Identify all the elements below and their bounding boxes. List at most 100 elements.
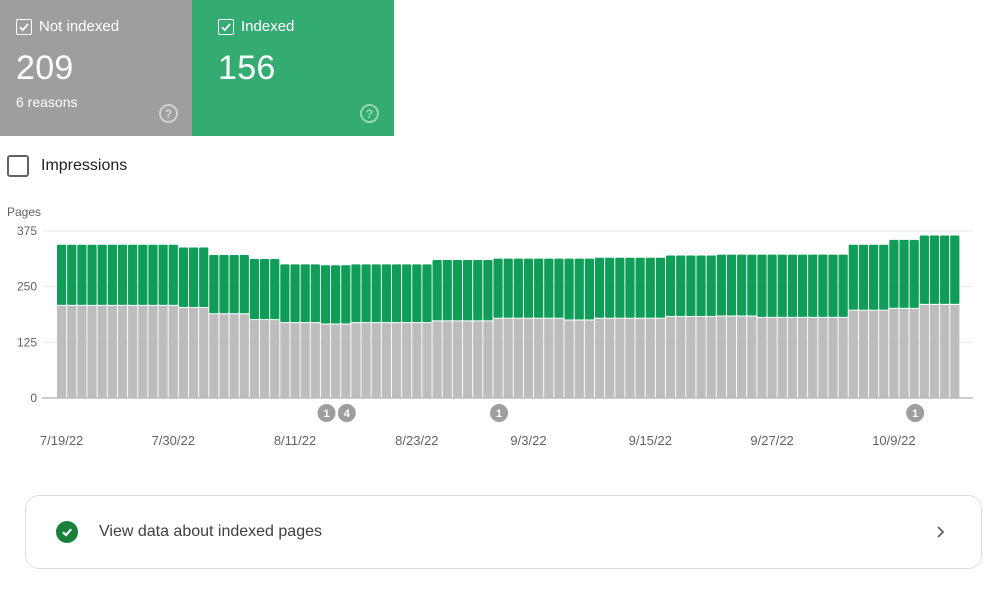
bar-indexed[interactable]	[168, 244, 178, 305]
bar-not-indexed[interactable]	[97, 305, 107, 398]
bar-indexed[interactable]	[310, 264, 320, 323]
bar-indexed[interactable]	[909, 239, 919, 308]
bar-indexed[interactable]	[493, 258, 503, 318]
bar-not-indexed[interactable]	[919, 304, 929, 398]
bar-indexed[interactable]	[919, 235, 929, 304]
bar-indexed[interactable]	[57, 244, 67, 305]
bar-not-indexed[interactable]	[950, 304, 960, 398]
bar-not-indexed[interactable]	[726, 316, 737, 398]
bar-not-indexed[interactable]	[584, 320, 594, 398]
bar-not-indexed[interactable]	[381, 323, 391, 398]
bar-indexed[interactable]	[270, 259, 280, 320]
view-indexed-pages-card[interactable]: View data about indexed pages	[25, 495, 982, 569]
bar-indexed[interactable]	[869, 244, 879, 310]
bar-not-indexed[interactable]	[107, 305, 117, 398]
help-circle-icon[interactable]: ?	[360, 104, 379, 123]
bar-indexed[interactable]	[808, 254, 818, 317]
bar-not-indexed[interactable]	[117, 305, 128, 398]
not-indexed-tile[interactable]: Not indexed 209 6 reasons ?	[0, 0, 192, 136]
indexed-checkbox[interactable]	[218, 19, 234, 35]
bar-not-indexed[interactable]	[320, 324, 331, 398]
bar-not-indexed[interactable]	[574, 320, 584, 398]
bar-indexed[interactable]	[605, 257, 615, 318]
bar-not-indexed[interactable]	[412, 323, 422, 398]
bar-indexed[interactable]	[797, 254, 808, 317]
bar-indexed[interactable]	[534, 258, 544, 318]
bar-not-indexed[interactable]	[209, 314, 219, 398]
bar-indexed[interactable]	[554, 258, 564, 318]
bar-indexed[interactable]	[635, 257, 645, 318]
bar-not-indexed[interactable]	[909, 308, 919, 398]
bar-not-indexed[interactable]	[351, 323, 361, 398]
bar-indexed[interactable]	[158, 244, 168, 305]
bar-indexed[interactable]	[940, 235, 950, 304]
bar-not-indexed[interactable]	[838, 317, 848, 398]
bar-indexed[interactable]	[737, 254, 747, 316]
bar-indexed[interactable]	[615, 257, 625, 318]
bar-not-indexed[interactable]	[239, 314, 249, 398]
bar-indexed[interactable]	[584, 258, 594, 320]
bar-not-indexed[interactable]	[290, 323, 300, 398]
bar-indexed[interactable]	[300, 264, 310, 323]
bar-not-indexed[interactable]	[168, 305, 178, 398]
bar-indexed[interactable]	[290, 264, 300, 323]
bar-indexed[interactable]	[655, 257, 666, 318]
bar-not-indexed[interactable]	[270, 320, 280, 398]
bar-not-indexed[interactable]	[249, 320, 260, 398]
bar-not-indexed[interactable]	[188, 308, 199, 398]
bar-indexed[interactable]	[747, 254, 757, 316]
bar-not-indexed[interactable]	[148, 305, 158, 398]
bar-indexed[interactable]	[706, 255, 716, 316]
bar-indexed[interactable]	[391, 264, 402, 323]
bar-not-indexed[interactable]	[391, 323, 402, 398]
bar-not-indexed[interactable]	[787, 317, 797, 398]
bar-not-indexed[interactable]	[219, 314, 229, 398]
bar-indexed[interactable]	[473, 259, 483, 321]
bar-not-indexed[interactable]	[57, 305, 67, 398]
bar-not-indexed[interactable]	[605, 318, 615, 398]
bar-indexed[interactable]	[77, 244, 87, 305]
bar-indexed[interactable]	[107, 244, 117, 305]
bar-indexed[interactable]	[544, 258, 554, 318]
bar-indexed[interactable]	[686, 255, 696, 316]
bar-indexed[interactable]	[889, 239, 899, 308]
bar-indexed[interactable]	[117, 244, 128, 305]
bar-not-indexed[interactable]	[554, 318, 564, 398]
bar-indexed[interactable]	[716, 254, 726, 316]
bar-not-indexed[interactable]	[229, 314, 239, 398]
bar-not-indexed[interactable]	[199, 308, 209, 398]
bar-indexed[interactable]	[625, 257, 635, 318]
bar-not-indexed[interactable]	[777, 317, 787, 398]
bar-indexed[interactable]	[899, 239, 909, 308]
bar-indexed[interactable]	[838, 254, 848, 317]
bar-not-indexed[interactable]	[432, 321, 442, 398]
bar-indexed[interactable]	[341, 265, 351, 324]
bar-indexed[interactable]	[929, 235, 940, 304]
bar-indexed[interactable]	[666, 255, 676, 316]
bar-indexed[interactable]	[858, 244, 869, 310]
bar-indexed[interactable]	[848, 244, 858, 310]
bar-indexed[interactable]	[726, 254, 737, 316]
bar-not-indexed[interactable]	[178, 308, 188, 398]
bar-not-indexed[interactable]	[716, 316, 726, 398]
bar-indexed[interactable]	[209, 255, 219, 314]
bar-not-indexed[interactable]	[442, 321, 452, 398]
bar-not-indexed[interactable]	[848, 310, 858, 398]
bar-indexed[interactable]	[320, 265, 331, 324]
bar-not-indexed[interactable]	[544, 318, 554, 398]
bar-indexed[interactable]	[503, 258, 513, 318]
bar-indexed[interactable]	[351, 264, 361, 323]
bar-not-indexed[interactable]	[361, 323, 371, 398]
bar-indexed[interactable]	[402, 264, 412, 323]
impressions-checkbox[interactable]	[7, 155, 29, 177]
bar-indexed[interactable]	[950, 235, 960, 304]
bar-not-indexed[interactable]	[828, 317, 838, 398]
bar-not-indexed[interactable]	[747, 316, 757, 398]
bar-not-indexed[interactable]	[797, 317, 808, 398]
bar-not-indexed[interactable]	[138, 305, 148, 398]
chevron-right-icon[interactable]	[935, 522, 947, 542]
bar-indexed[interactable]	[148, 244, 158, 305]
bar-not-indexed[interactable]	[737, 316, 747, 398]
bar-indexed[interactable]	[442, 259, 452, 321]
bar-indexed[interactable]	[879, 244, 889, 310]
